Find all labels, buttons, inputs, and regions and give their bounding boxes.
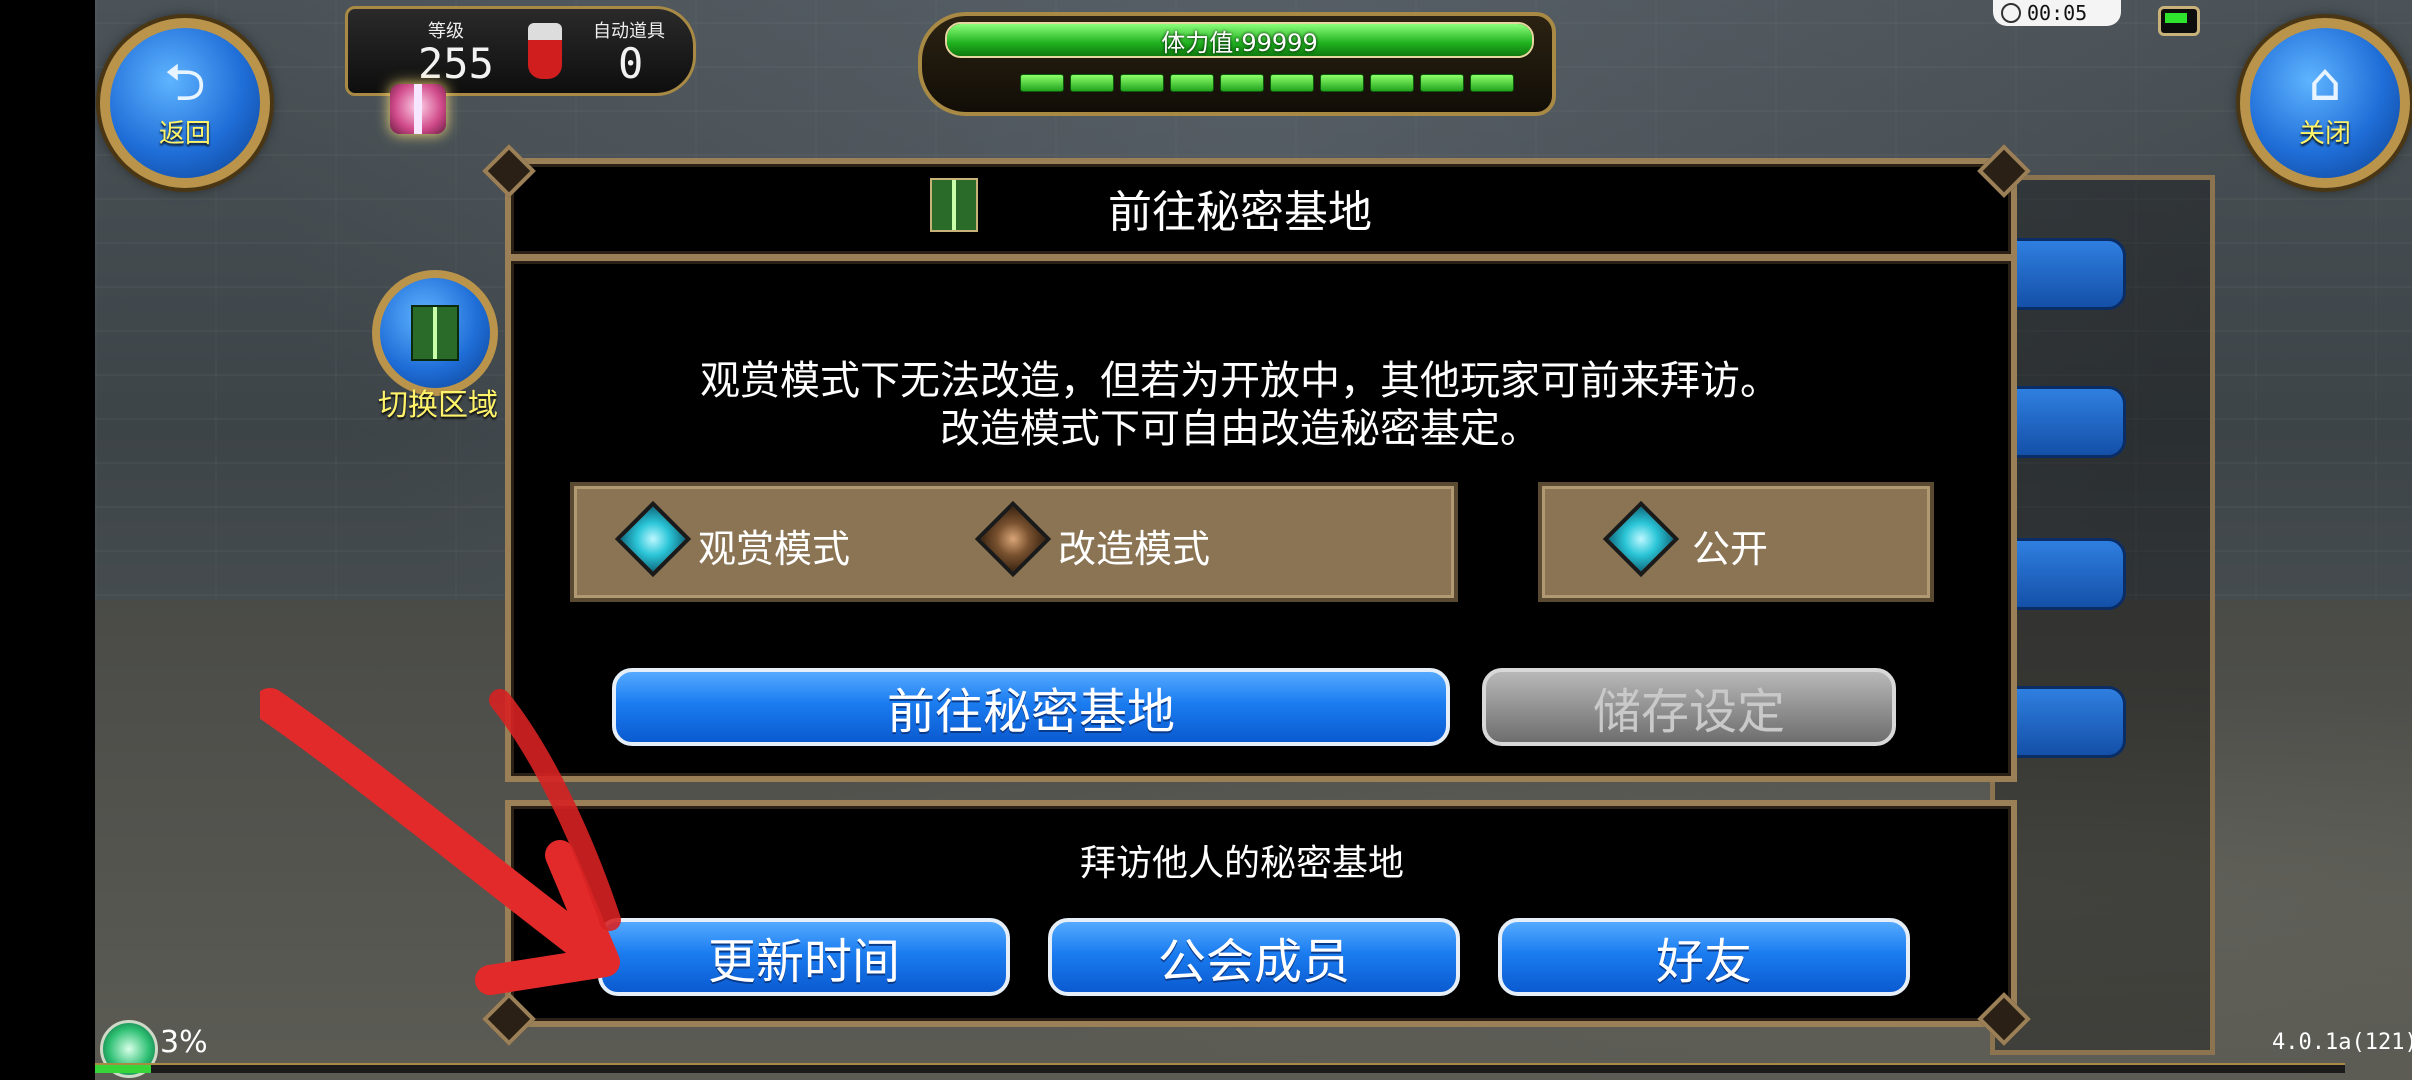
side-stub-button-1[interactable] — [2010, 238, 2126, 310]
home-icon: ⌂ — [2308, 52, 2342, 113]
view-mode-label: 观赏模式 — [698, 527, 851, 571]
side-stub-button-2[interactable] — [2010, 386, 2126, 458]
clock: 00:05 — [1993, 0, 2121, 26]
go-secret-base-button[interactable]: 前往秘密基地 — [612, 668, 1450, 746]
dialog-title: 前往秘密基地 — [1108, 187, 1372, 238]
loading-fill — [95, 1065, 152, 1073]
stamina-pip — [1170, 74, 1214, 92]
player-status: 等级 255 自动道具 0 — [345, 6, 696, 96]
update-time-button[interactable]: 更新时间 — [598, 918, 1010, 996]
stamina-pip — [1320, 74, 1364, 92]
side-stub-button-3[interactable] — [2010, 538, 2126, 610]
stamina-pip — [1220, 74, 1264, 92]
selected-diamond-icon — [614, 500, 692, 578]
potion-icon — [528, 23, 562, 79]
stamina-pip — [1020, 74, 1064, 92]
guild-members-button[interactable]: 公会成员 — [1048, 918, 1460, 996]
close-button[interactable]: ⌂ 关闭 — [2240, 18, 2410, 188]
stamina-pips — [1020, 74, 1514, 92]
stamina-pip — [1420, 74, 1464, 92]
selected-diamond-icon — [1602, 500, 1680, 578]
stamina-fill: 体力值:99999 — [947, 24, 1532, 56]
public-toggle[interactable]: 公开 — [1602, 500, 1806, 580]
view-mode-option[interactable]: 观赏模式 — [614, 500, 858, 580]
unselected-diamond-icon — [974, 500, 1052, 578]
area-switch-label: 切换区域 — [378, 388, 498, 423]
area-switch-button[interactable] — [372, 270, 498, 396]
clock-time: 00:05 — [2027, 1, 2088, 25]
stamina-pip — [1370, 74, 1414, 92]
visit-title: 拜访他人的秘密基地 — [1080, 843, 1405, 884]
stamina-pip — [1070, 74, 1114, 92]
description-line-1: 观赏模式下无法改造，但若为开放中，其他玩家可前来拜访。 — [700, 358, 1780, 404]
loading-bar — [95, 1063, 2345, 1073]
save-settings-button[interactable]: 储存设定 — [1482, 668, 1896, 746]
friends-button[interactable]: 好友 — [1498, 918, 1910, 996]
network-percent: 3% — [160, 1025, 208, 1060]
public-label: 公开 — [1692, 527, 1769, 571]
stamina-pip — [1270, 74, 1314, 92]
edit-mode-option[interactable]: 改造模式 — [974, 500, 1238, 580]
stamina-text: 体力值:99999 — [1161, 28, 1318, 57]
edit-mode-label: 改造模式 — [1058, 527, 1211, 571]
return-arrow-icon: ⮌ — [164, 52, 206, 113]
gift-icon[interactable] — [390, 84, 446, 134]
back-button[interactable]: ⮌ 返回 — [100, 18, 270, 188]
stamina-pip — [1120, 74, 1164, 92]
description-line-2: 改造模式下可自由改造秘密基定。 — [940, 406, 1540, 452]
book-icon — [411, 305, 459, 361]
level-value: 255 — [418, 39, 494, 88]
version-label: 4.0.1a(121) — [2272, 1030, 2412, 1055]
side-stub-button-4[interactable] — [2010, 686, 2126, 758]
battery-icon — [2158, 6, 2200, 36]
red-annotation-arrow — [260, 688, 621, 995]
back-label: 返回 — [158, 118, 211, 149]
clock-icon — [2001, 3, 2021, 23]
stamina-bar: 体力值:99999 — [945, 22, 1534, 58]
close-label: 关闭 — [2298, 118, 2351, 149]
book-icon — [930, 178, 978, 232]
auto-item-value: 0 — [618, 39, 644, 88]
stamina-pip — [1470, 74, 1514, 92]
